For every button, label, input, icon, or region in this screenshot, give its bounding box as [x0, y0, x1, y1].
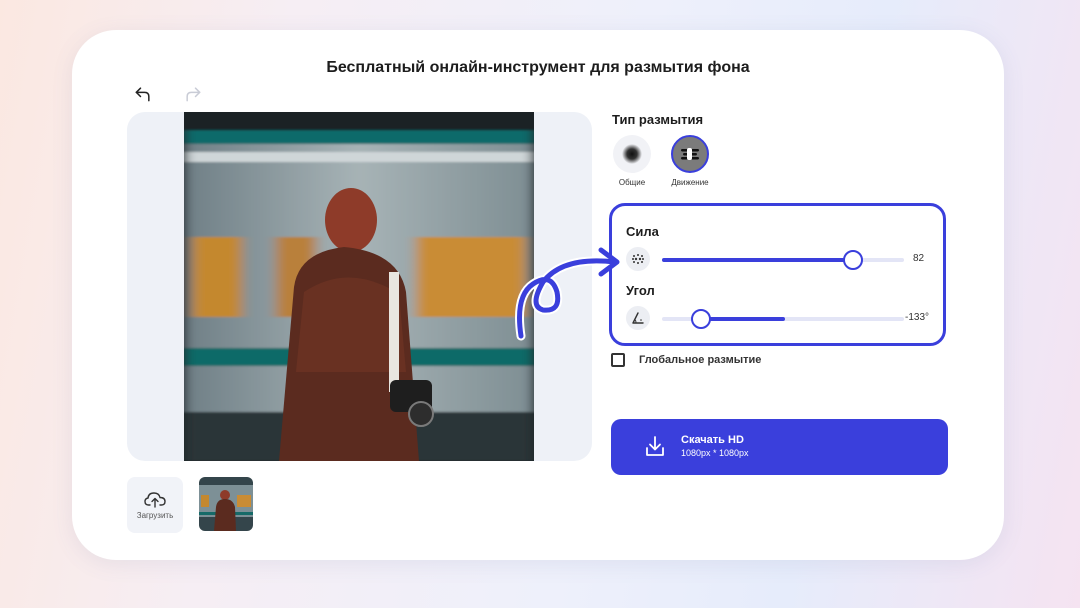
download-hd-button[interactable]: Скачать HD 1080px * 1080px	[611, 419, 948, 475]
upload-button[interactable]: Загрузить	[127, 477, 183, 533]
undo-button[interactable]	[131, 82, 155, 106]
angle-value: -133°	[905, 312, 930, 323]
upload-label: Загрузить	[136, 511, 174, 520]
download-title: Скачать HD	[681, 434, 744, 446]
blur-type-motion[interactable]: Движение	[668, 135, 712, 187]
blur-type-label: Движение	[671, 178, 709, 187]
blur-dot-icon	[622, 144, 642, 164]
global-blur-label: Глобальное размытие	[639, 354, 762, 366]
strength-slider[interactable]	[662, 250, 904, 270]
blur-type-heading: Тип размытия	[612, 112, 704, 127]
strength-icon	[626, 247, 650, 271]
global-blur-checkbox[interactable]	[611, 353, 625, 367]
redo-arrow-icon	[186, 87, 201, 102]
download-subtitle: 1080px * 1080px	[681, 448, 749, 458]
undo-arrow-icon	[135, 87, 150, 102]
redo-button[interactable]	[181, 82, 205, 106]
angle-slider-fill	[700, 317, 785, 321]
dots-grid-icon	[632, 254, 644, 264]
strength-slider-fill	[662, 258, 854, 262]
cloud-upload-icon	[144, 492, 166, 508]
blur-type-label: Общие	[618, 178, 646, 187]
download-icon	[646, 436, 664, 456]
strength-label: Сила	[626, 224, 659, 239]
image-thumbnail[interactable]	[199, 477, 253, 531]
blur-type-general[interactable]: Общие	[610, 135, 654, 187]
motion-lines-icon	[681, 148, 699, 160]
angle-measure-icon	[632, 312, 644, 324]
curly-arrow-icon	[515, 247, 620, 341]
preview-image	[184, 112, 534, 461]
blur-controls-panel: Сила 82 Угол -133°	[609, 203, 946, 346]
angle-icon	[626, 306, 650, 330]
strength-value: 82	[913, 253, 925, 264]
angle-slider-handle[interactable]	[690, 309, 711, 329]
page-title: Бесплатный онлайн-инструмент для размыти…	[326, 59, 750, 76]
angle-label: Угол	[626, 283, 655, 298]
strength-slider-handle[interactable]	[843, 250, 864, 270]
angle-slider[interactable]	[662, 309, 904, 329]
